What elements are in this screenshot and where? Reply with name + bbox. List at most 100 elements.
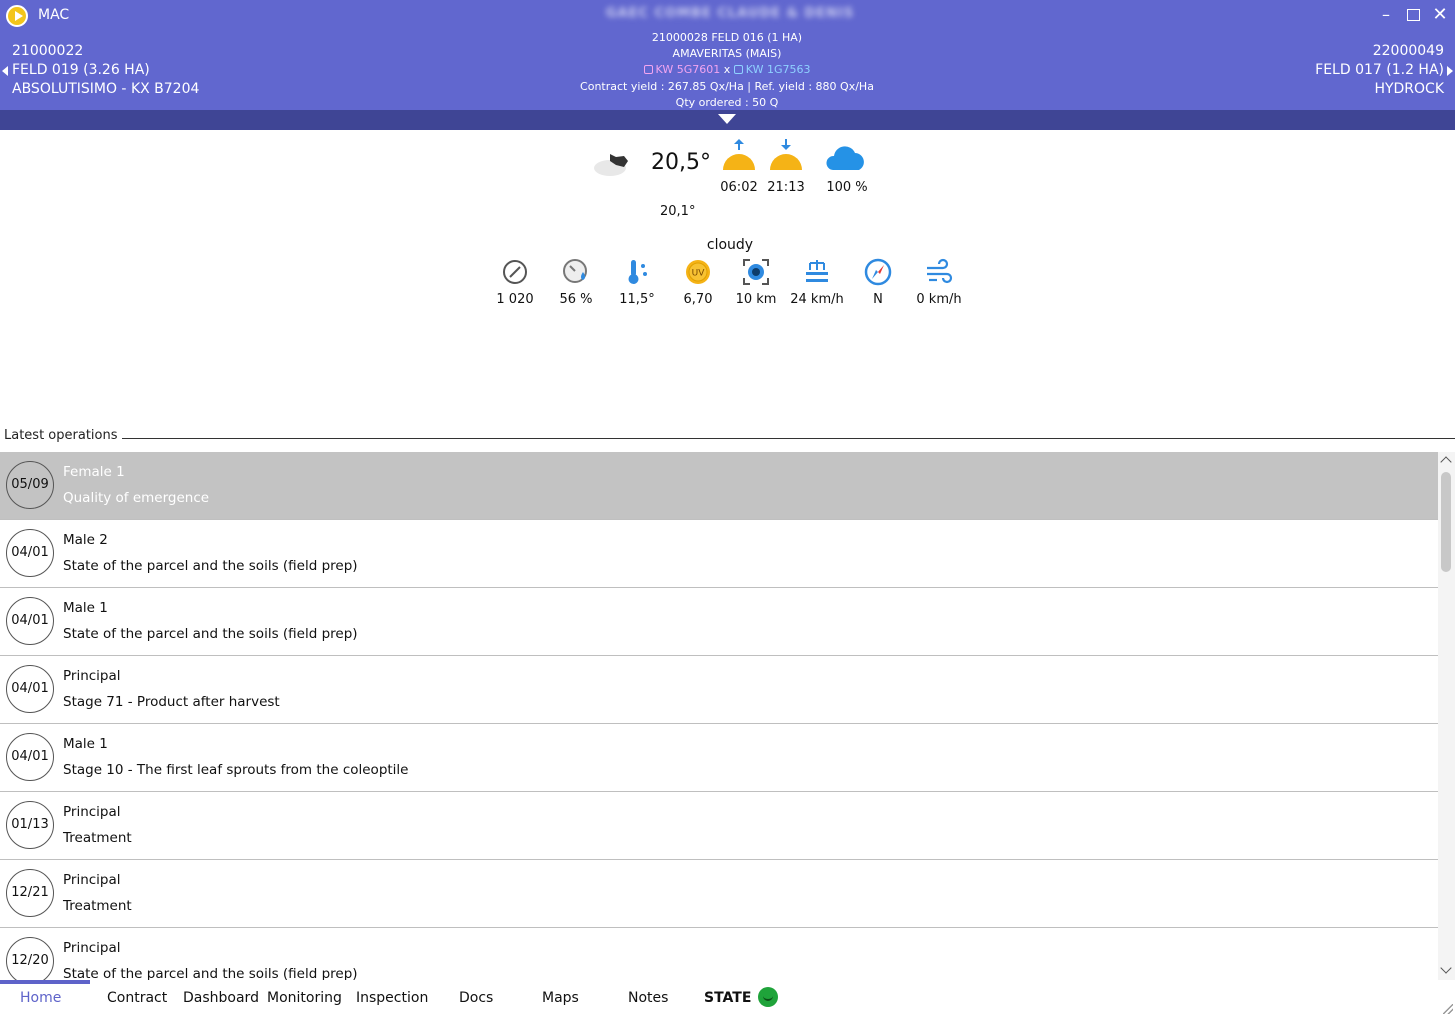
operation-row[interactable]: 01/13 Principal Treatment [0,792,1438,860]
dew-point-icon [628,260,647,284]
next-parcel-field: FELD 017 (1.2 HA) [1315,62,1444,78]
operation-row[interactable]: 04/01 Male 2 State of the parcel and the… [0,520,1438,588]
wind-speed-value: 0 km/h [916,292,962,307]
weather-panel: 20,5° 20,1° 06:02 21:13 100 % cloudy 1 0… [0,130,1455,420]
operation-date: 04/01 [6,733,54,781]
operations-scrollbar[interactable] [1438,452,1455,980]
operation-title: Male 2 [63,532,108,548]
tab-state[interactable]: STATE [704,990,751,1006]
previous-parcel[interactable]: 21000022 FELD 019 (3.26 HA) ABSOLUTISIMO… [0,42,199,99]
next-parcel-code: 22000049 [1372,43,1444,59]
operation-date: 04/01 [6,665,54,713]
operation-title: Male 1 [63,736,108,752]
temperature: 20,5° [651,150,711,175]
section-divider [120,438,1455,439]
cloud-cover: 100 % [826,180,868,195]
app-name: MAC [38,7,70,23]
current-parcel-line1: 21000028 FELD 016 (1 HA) [651,31,803,44]
operation-date: 12/20 [6,937,54,980]
wind-gust-value: 24 km/h [790,292,844,307]
app-logo-icon [6,5,28,27]
operation-row[interactable]: 04/01 Male 1 Stage 10 - The first leaf s… [0,724,1438,792]
tab-notes[interactable]: Notes [628,990,668,1006]
tab-inspection[interactable]: Inspection [356,990,428,1006]
humidity-value: 56 % [559,292,593,307]
uv-value: 6,70 [683,292,713,307]
bottom-tab-bar: Home Contract Dashboard Monitoring Inspe… [0,980,1455,1016]
operation-row[interactable]: 04/01 Male 1 State of the parcel and the… [0,588,1438,656]
next-parcel[interactable]: 22000049 FELD 017 (1.2 HA) HYDROCK [1315,42,1455,99]
cloud-night-icon [594,154,628,176]
operations-list: 05/09 Female 1 Quality of emergence 04/0… [0,452,1438,980]
next-parcel-variety: HYDROCK [1374,81,1444,97]
tab-home[interactable]: Home [20,990,61,1006]
scroll-thumb[interactable] [1441,472,1451,572]
pressure-gauge-icon [503,260,527,284]
operation-title: Principal [63,872,121,888]
operation-date: 12/21 [6,869,54,917]
feels-like: 20,1° [660,204,696,219]
scroll-up-icon[interactable] [1440,456,1452,468]
sunset-icon [770,139,802,170]
tab-maps[interactable]: Maps [542,990,579,1006]
operation-description: Treatment [63,898,132,914]
uv-metric: UV 6,70 [666,258,730,307]
tab-contract[interactable]: Contract [107,990,167,1006]
cloud-icon [826,146,864,170]
wind-direction-metric: N [846,258,910,307]
variety-b: KW 1G7563 [745,63,811,77]
operation-title: Male 1 [63,600,108,616]
wind-gust-icon [806,260,828,282]
operation-description: State of the parcel and the soils (field… [63,558,358,574]
female-variety-icon [643,65,653,75]
wind-icon [927,258,953,284]
previous-arrow-icon[interactable] [2,66,8,76]
next-arrow-icon[interactable] [1447,66,1453,76]
current-parcel-line2: AMAVERITAS (MAIS) [672,47,782,61]
header-bar: MAC GAEC COMBE CLAUDE & DENIS – ✕ 210000… [0,0,1455,110]
sunset-time: 21:13 [767,180,805,195]
uv-index-icon: UV [686,260,710,284]
latest-operations-label: Latest operations [4,428,122,443]
sunrise-time: 06:02 [720,180,758,195]
dew-point-value: 11,5° [619,292,655,307]
visibility-eye-icon [743,259,769,285]
operation-description: Stage 10 - The first leaf sprouts from t… [63,762,409,778]
wind-gust-metric: 24 km/h [785,258,849,307]
operation-description: Quality of emergence [63,490,210,506]
state-smiley-icon [758,987,778,1007]
visibility-metric: 10 km [724,258,788,307]
collapse-arrow-icon[interactable] [718,114,736,124]
sunrise-icon [723,139,755,170]
yield-line: Contract yield : 267.85 Qx/Ha | Ref. yie… [580,79,874,93]
wind-speed-metric: 0 km/h [907,258,971,307]
operation-description: State of the parcel and the soils (field… [63,966,358,980]
tab-docs[interactable]: Docs [459,990,493,1006]
operation-date: 04/01 [6,529,54,577]
operation-row[interactable]: 04/01 Principal Stage 71 - Product after… [0,656,1438,724]
maximize-button[interactable] [1401,4,1425,26]
operation-row[interactable]: 12/21 Principal Treatment [0,860,1438,928]
compass-icon [864,258,892,286]
operation-row[interactable]: 05/09 Female 1 Quality of emergence [0,452,1438,520]
scroll-down-icon[interactable] [1440,962,1452,974]
minimize-button[interactable]: – [1374,4,1398,26]
window-title: GAEC COMBE CLAUDE & DENIS [605,6,855,21]
tab-dashboard[interactable]: Dashboard [183,990,259,1006]
operation-date: 04/01 [6,597,54,645]
qty-line: Qty ordered : 50 Q [675,95,779,109]
operation-row[interactable]: 12/20 Principal State of the parcel and … [0,928,1438,980]
resize-grip-icon[interactable] [1443,1004,1453,1014]
variety-cross: x [723,63,731,77]
operation-title: Principal [63,668,121,684]
close-button[interactable]: ✕ [1428,4,1452,26]
weather-description: cloudy [706,237,754,253]
tab-monitoring[interactable]: Monitoring [267,990,342,1006]
svg-text:UV: UV [692,269,706,279]
operation-date: 01/13 [6,801,54,849]
previous-parcel-code: 21000022 [12,43,84,59]
dew-point-metric: 11,5° [605,258,669,307]
operation-title: Principal [63,940,121,956]
previous-parcel-variety: ABSOLUTISIMO - KX B7204 [12,81,200,97]
variety-a: KW 5G7601 [655,63,721,77]
